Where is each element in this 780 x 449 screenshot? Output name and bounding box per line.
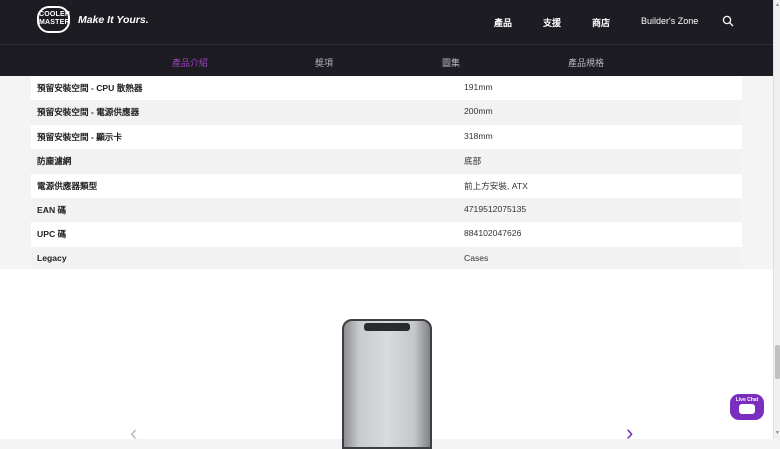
product-sub-navigation <box>0 44 773 76</box>
cooler-master-logo[interactable]: COOLER MASTER <box>37 6 70 33</box>
spec-label: 電源供應器類型 <box>37 180 98 191</box>
tab-product-intro[interactable]: 產品介紹 <box>172 56 208 69</box>
spec-label: 預留安裝空間 - CPU 散熱器 <box>37 83 143 93</box>
scroll-up-arrow-icon[interactable]: ▲ <box>775 2 780 8</box>
spec-value: 884102047626 <box>464 228 522 239</box>
spec-value: 4719512075135 <box>464 203 527 214</box>
tab-gallery[interactable]: 圖集 <box>442 56 460 69</box>
nav-support[interactable]: 支援 <box>543 16 561 29</box>
scrollbar-thumb[interactable] <box>775 345 780 379</box>
chat-bubble-icon <box>739 404 755 414</box>
table-row: UPC 碼 884102047626 <box>31 222 742 247</box>
spec-value: 318mm <box>464 130 493 141</box>
live-chat-label: Live Chat <box>735 397 759 403</box>
spec-value: 191mm <box>464 82 493 92</box>
page-scrollbar[interactable]: ▲ ▼ <box>773 0 780 439</box>
table-row: 預留安裝空間 - CPU 散熱器 191mm <box>31 76 742 101</box>
specifications-table: 預留安裝空間 - CPU 散熱器 191mm 預留安裝空間 - 電源供應器 20… <box>31 76 742 272</box>
live-chat-button[interactable]: Live Chat <box>730 394 764 420</box>
spec-value: 底部 <box>464 156 482 167</box>
spec-label: 預留安裝空間 - 電源供應器 <box>37 107 140 118</box>
table-row: 預留安裝空間 - 顯示卡 318mm <box>31 124 742 150</box>
spec-label: Legacy <box>37 252 67 263</box>
nav-store[interactable]: 商店 <box>592 16 610 29</box>
tagline: Make It Yours. <box>78 14 149 26</box>
spec-value: 200mm <box>464 106 493 117</box>
scroll-down-arrow-icon[interactable]: ▼ <box>775 430 780 436</box>
top-navigation-bar: COOLER MASTER Make It Yours. 產品 支援 商店 Bu… <box>0 0 773 44</box>
nav-builders-zone[interactable]: Builder's Zone <box>641 16 698 26</box>
product-case-image <box>342 319 432 449</box>
table-row: Legacy Cases <box>31 246 742 272</box>
search-icon[interactable] <box>722 15 734 27</box>
spec-label: EAN 碼 <box>37 204 67 215</box>
nav-products[interactable]: 產品 <box>494 16 512 29</box>
spec-label: 預留安裝空間 - 顯示卡 <box>37 131 122 142</box>
spec-label: UPC 碼 <box>37 229 67 240</box>
carousel-prev-chevron-icon[interactable]: ‹ <box>130 420 137 446</box>
spec-label: 防塵濾網 <box>37 156 72 167</box>
table-row: 防塵濾網 底部 <box>31 149 742 174</box>
spec-value: 前上方安裝, ATX <box>464 180 528 191</box>
logo-text: COOLER MASTER <box>39 11 71 26</box>
carousel-next-chevron-icon[interactable]: › <box>626 420 633 446</box>
table-row: 電源供應器類型 前上方安裝, ATX <box>31 173 742 198</box>
table-row: EAN 碼 4719512075135 <box>31 197 742 223</box>
spec-value: Cases <box>464 252 489 263</box>
table-row: 預留安裝空間 - 電源供應器 200mm <box>31 100 742 125</box>
case-top-io-panel <box>364 323 410 331</box>
tab-specifications[interactable]: 產品規格 <box>568 56 604 69</box>
tab-awards[interactable]: 獎項 <box>315 56 333 69</box>
